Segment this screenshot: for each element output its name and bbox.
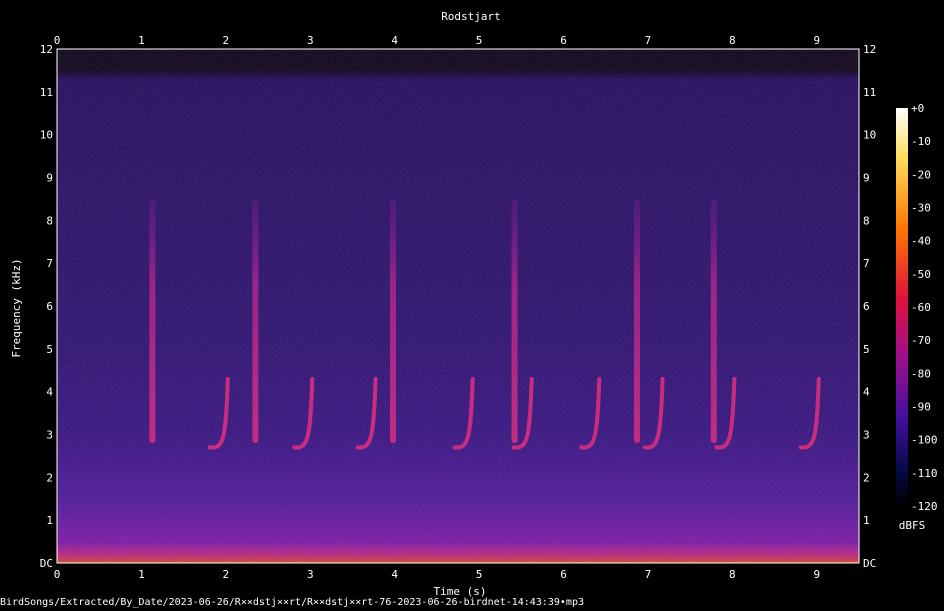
y-ticks-left: DC123456789101112 (40, 43, 54, 570)
y-tick-left: 2 (46, 471, 53, 484)
y-tick-right: 4 (863, 386, 870, 399)
y-tick-right: 6 (863, 300, 870, 313)
x-tick-bottom: 4 (391, 568, 398, 581)
x-tick-top: 1 (138, 34, 145, 47)
y-tick-left: 6 (46, 300, 53, 313)
x-tick-top: 4 (391, 34, 398, 47)
x-tick-top: 9 (813, 34, 820, 47)
colorbar-tick: -70 (911, 334, 931, 347)
colorbar-tick: -10 (911, 135, 931, 148)
spectrogram-chart: Rodstjart 0123456789 0123456789 DC123456… (10, 10, 938, 598)
colorbar-tick: -120 (911, 500, 938, 513)
y-tick-right: 7 (863, 257, 870, 270)
y-tick-left: 11 (40, 86, 53, 99)
colorbar-tick: -60 (911, 301, 931, 314)
broadband-call-2 (252, 198, 259, 444)
y-tick-left: 8 (46, 214, 53, 227)
colorbar-tick: -20 (911, 168, 931, 181)
x-ticks-top: 0 1 2 3 4 5 6 7 8 9 (54, 34, 820, 47)
colorbar-tick: -110 (911, 467, 938, 480)
x-tick-bottom: 3 (307, 568, 314, 581)
x-tick-top: 8 (729, 34, 736, 47)
x-tick-top: 7 (645, 34, 652, 47)
y-tick-left: 3 (46, 429, 53, 442)
y-tick-left: 7 (46, 257, 53, 270)
y-tick-right: 5 (863, 343, 870, 356)
x-tick-bottom: 9 (813, 568, 820, 581)
broadband-call-6 (710, 198, 717, 444)
y-tick-left: 5 (46, 343, 53, 356)
x-tick-top: 5 (476, 34, 483, 47)
broadband-call-1 (149, 198, 156, 444)
x-tick-bottom: 8 (729, 568, 736, 581)
x-tick-bottom: 6 (560, 568, 567, 581)
y-tick-left: 12 (40, 43, 53, 56)
colorbar-tick: -30 (911, 202, 931, 215)
colorbar-tick: -100 (911, 434, 938, 447)
x-tick-top: 0 (54, 34, 61, 47)
y-tick-right: 12 (863, 43, 876, 56)
x-tick-top: 3 (307, 34, 314, 47)
x-tick-bottom: 1 (138, 568, 145, 581)
y-tick-left: 10 (40, 129, 53, 142)
plot-area (56, 48, 860, 564)
colorbar-tick: +0 (911, 102, 924, 115)
y-tick-right: 9 (863, 172, 870, 185)
y-tick-right: 10 (863, 129, 876, 142)
x-tick-top: 6 (560, 34, 567, 47)
broadband-call-5 (633, 198, 640, 444)
colorbar-label: dBFS (899, 519, 926, 532)
chart-title: Rodstjart (441, 10, 501, 23)
colorbar-tick: -40 (911, 235, 931, 248)
y-tick-left: DC (40, 557, 53, 570)
x-tick-top: 2 (223, 34, 230, 47)
y-tick-right: 11 (863, 86, 876, 99)
y-tick-right: 8 (863, 214, 870, 227)
x-tick-bottom: 2 (223, 568, 230, 581)
y-tick-right: 3 (863, 429, 870, 442)
x-tick-bottom: 7 (645, 568, 652, 581)
y-tick-left: 1 (46, 514, 53, 527)
colorbar-tick: -50 (911, 268, 931, 281)
x-tick-bottom: 0 (54, 568, 61, 581)
file-path: BirdSongs/Extracted/By_Date/2023-06-26/R… (0, 597, 584, 608)
broadband-call-4 (511, 198, 518, 444)
colorbar (896, 108, 908, 506)
spectrogram-noise (57, 49, 859, 563)
y-tick-right: 2 (863, 471, 870, 484)
y-tick-right: 1 (863, 514, 870, 527)
y-tick-left: 9 (46, 172, 53, 185)
broadband-call-3 (389, 198, 396, 444)
colorbar-tick: -80 (911, 367, 931, 380)
y-tick-left: 4 (46, 386, 53, 399)
x-ticks-bottom: 0 1 2 3 4 5 6 7 8 9 (54, 568, 820, 581)
y-tick-right: DC (863, 557, 876, 570)
colorbar-ticks: +0 -10 -20 -30 -40 -50 -60 -70 -80 -90 -100 -110 -12… (911, 102, 938, 513)
y-axis-label: Frequency (kHz) (10, 258, 23, 357)
x-tick-bottom: 5 (476, 568, 483, 581)
y-ticks-right: DC123456789101112 (863, 43, 876, 570)
colorbar-tick: -90 (911, 401, 931, 414)
